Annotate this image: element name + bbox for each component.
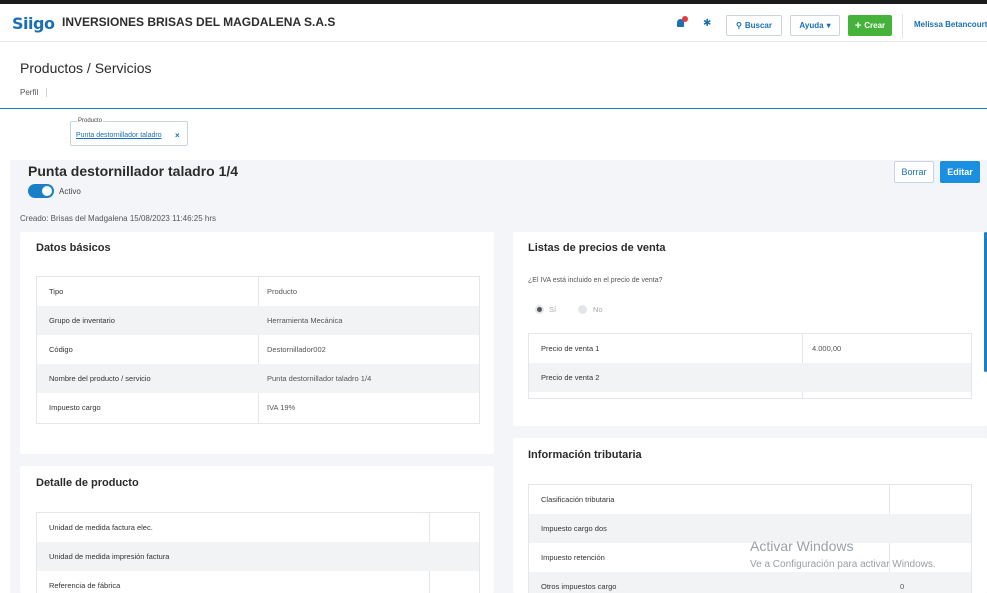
table-row: Tipo Producto bbox=[49, 287, 298, 296]
product-filter-field[interactable]: Producto Punta destornillador taladro × bbox=[70, 118, 188, 146]
delete-button[interactable]: Borrar bbox=[894, 161, 934, 183]
table-row: Clasificación tributaria bbox=[541, 495, 615, 504]
windows-activation-watermark-text: Ve a Configuración para activar Windows. bbox=[750, 559, 936, 570]
close-icon[interactable]: × bbox=[175, 131, 180, 140]
header-divider-line bbox=[0, 108, 987, 109]
table-row: Otros impuestos cargo 0 bbox=[529, 572, 971, 593]
tax-info-title: Información tributaria bbox=[528, 449, 642, 461]
iva-no-label: No bbox=[593, 305, 603, 314]
edit-button[interactable]: Editar bbox=[940, 161, 980, 183]
price-lists-table: Precio de venta 1 4.000,00 Precio de ven… bbox=[528, 333, 972, 399]
plus-icon: + bbox=[854, 19, 862, 32]
table-row: Código Destornillador002 bbox=[49, 345, 326, 354]
active-toggle[interactable] bbox=[28, 184, 54, 198]
price-lists-card: Listas de precios de venta Precio de ven… bbox=[513, 232, 987, 426]
windows-activation-watermark-title: Activar Windows bbox=[750, 538, 854, 554]
basic-data-title: Datos básicos bbox=[36, 242, 111, 254]
product-title: Punta destornillador taladro 1/4 bbox=[28, 163, 239, 179]
top-navigation-bar: Siigo INVERSIONES BRISAS DEL MAGDALENA S… bbox=[0, 4, 987, 42]
iva-yes-label: Sí bbox=[549, 305, 557, 314]
product-filter-label: Producto bbox=[77, 118, 104, 124]
table-row: Precio de venta 2 bbox=[529, 363, 971, 392]
table-row: Grupo de inventario Herramienta Mecánica bbox=[37, 306, 479, 335]
table-row: Precio de venta 1 4.000,00 bbox=[541, 344, 842, 353]
created-info: Creado: Brisas del Madgalena 15/08/2023 … bbox=[20, 214, 216, 223]
price-lists-title: Listas de precios de venta bbox=[528, 242, 666, 254]
iva-no-radio[interactable] bbox=[578, 305, 587, 314]
chevron-down-icon: ▾ bbox=[826, 21, 831, 30]
iva-included-question: ¿El IVA está incluido en el precio de ve… bbox=[528, 277, 663, 284]
table-row: Unidad de medida impresión factura bbox=[37, 542, 479, 571]
basic-data-table: Tipo Producto Grupo de inventario Herram… bbox=[36, 276, 480, 424]
table-row: Unidad de medida factura elec. bbox=[49, 523, 153, 532]
product-filter-value[interactable]: Punta destornillador taladro bbox=[76, 132, 162, 139]
product-detail-table: Unidad de medida factura elec. Unidad de… bbox=[36, 512, 480, 593]
user-menu[interactable]: Melissa Betancourt bbox=[914, 20, 987, 29]
basic-data-card: Datos básicos Tipo Producto Grupo de inv… bbox=[20, 232, 494, 454]
help-dropdown[interactable]: Ayuda ▾ bbox=[790, 15, 840, 36]
company-name: INVERSIONES BRISAS DEL MAGDALENA S.A.S bbox=[62, 15, 336, 29]
notifications-bell-icon[interactable] bbox=[677, 16, 689, 30]
table-row: Nombre del producto / servicio Punta des… bbox=[37, 364, 479, 393]
table-row: Referencia de fábrica bbox=[49, 581, 121, 590]
tab-profile[interactable]: Perfil bbox=[20, 88, 48, 97]
product-detail-card: Detalle de producto Unidad de medida fac… bbox=[20, 466, 494, 593]
search-button[interactable]: ⚲ Buscar bbox=[726, 15, 782, 36]
active-label: Activo bbox=[59, 187, 81, 196]
header-divider bbox=[902, 14, 903, 38]
table-row: Impuesto cargo IVA 19% bbox=[49, 403, 296, 412]
gear-icon[interactable]: ✱ bbox=[703, 18, 711, 29]
search-icon: ⚲ bbox=[736, 21, 742, 30]
page-title: Productos / Servicios bbox=[20, 60, 152, 76]
product-detail-title: Detalle de producto bbox=[36, 477, 139, 489]
create-button[interactable]: + Crear bbox=[848, 15, 892, 36]
iva-yes-radio[interactable] bbox=[535, 305, 544, 314]
siigo-logo[interactable]: Siigo bbox=[12, 14, 55, 33]
